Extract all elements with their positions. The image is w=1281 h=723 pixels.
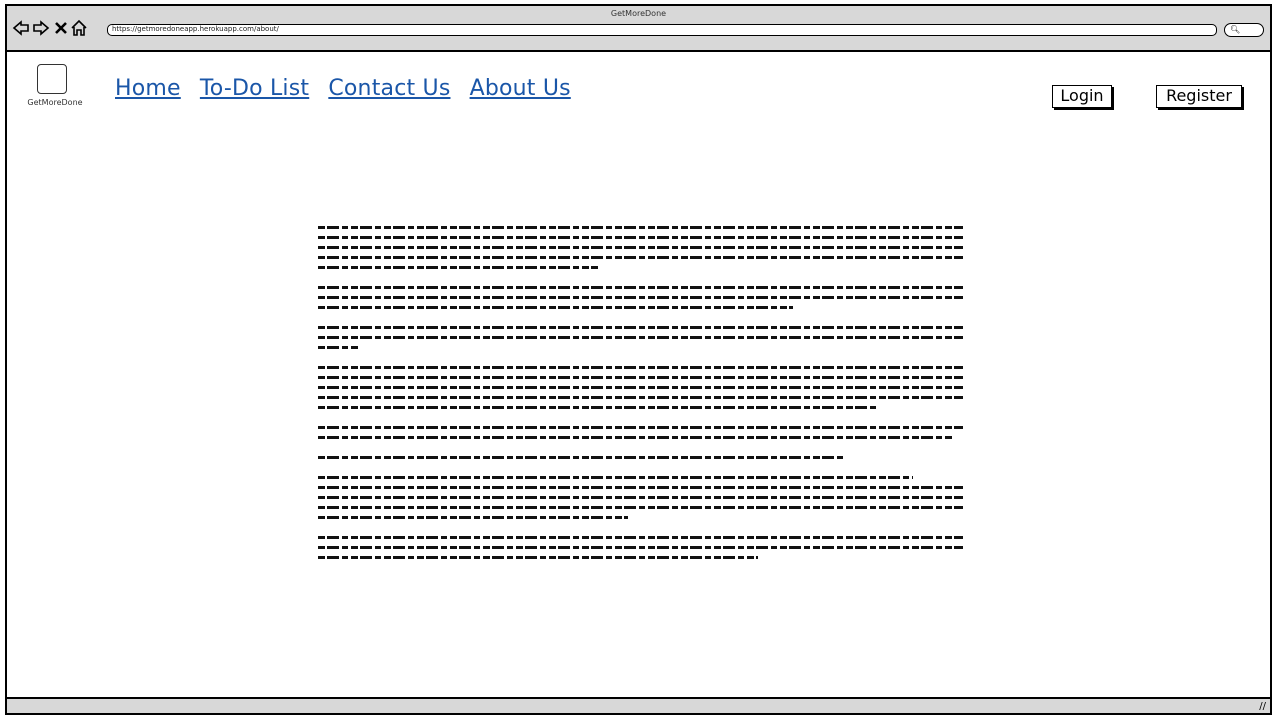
site-logo[interactable]: GetMoreDone [25, 64, 85, 114]
about-content: ——————————————————————————— [318, 223, 963, 573]
placeholder-text-line: — [318, 243, 963, 251]
placeholder-text-line: — [318, 293, 963, 301]
resize-grip-icon[interactable]: // [1259, 701, 1266, 712]
placeholder-paragraph: —— [318, 423, 963, 441]
placeholder-text-line: — [318, 303, 793, 311]
placeholder-text-line: — [318, 383, 963, 391]
placeholder-text-line: — [318, 473, 913, 481]
placeholder-text-line: — [318, 423, 963, 431]
placeholder-text-line: — [318, 533, 963, 541]
back-arrow-icon[interactable] [12, 19, 30, 37]
forward-arrow-icon[interactable] [32, 19, 50, 37]
placeholder-paragraph: — — — [318, 533, 963, 561]
register-button[interactable]: Register [1156, 85, 1242, 108]
placeholder-text-line: — [318, 343, 358, 351]
placeholder-text-line: — [318, 393, 963, 401]
window-title: GetMoreDone [610, 9, 667, 18]
main-nav: Home To-Do List Contact Us About Us [115, 76, 585, 101]
placeholder-text-line: — [318, 483, 963, 491]
placeholder-text-line: — [318, 233, 963, 241]
logo-image [37, 64, 67, 94]
placeholder-text-line: — [318, 323, 963, 331]
placeholder-text-line: — [318, 333, 963, 341]
placeholder-paragraph: — — — — — [318, 473, 963, 521]
placeholder-paragraph: — — — [318, 283, 963, 311]
url-input[interactable]: https://getmoredoneapp.herokuapp.com/abo… [107, 24, 1217, 36]
placeholder-paragraph: — [318, 453, 963, 461]
login-button[interactable]: Login [1052, 85, 1112, 108]
placeholder-text-line: — [318, 453, 843, 461]
close-icon[interactable] [52, 19, 70, 37]
placeholder-text-line: — [318, 373, 963, 381]
home-icon[interactable] [70, 19, 88, 37]
status-bar: // [7, 697, 1270, 713]
placeholder-text-line: — [318, 403, 878, 411]
placeholder-text-line: — [318, 493, 963, 501]
browser-window: GetMoreDone https://getmoredoneapp.herok… [5, 4, 1272, 715]
placeholder-text-line: — [318, 553, 758, 561]
placeholder-paragraph: — — — [318, 323, 963, 351]
search-icon: 🔍︎ [1230, 25, 1241, 34]
placeholder-text-line: — [318, 543, 963, 551]
placeholder-text-line: — [318, 253, 963, 261]
placeholder-paragraph: — — — — — [318, 363, 963, 411]
placeholder-text-line: — [318, 223, 963, 231]
placeholder-text-line: — [318, 363, 963, 371]
logo-text: GetMoreDone [27, 98, 83, 107]
browser-toolbar: GetMoreDone https://getmoredoneapp.herok… [7, 6, 1270, 52]
browser-search-input[interactable]: 🔍︎ [1224, 23, 1264, 37]
placeholder-paragraph: — — — — — [318, 223, 963, 271]
placeholder-text-line: — [318, 283, 963, 291]
placeholder-text-line: — [318, 503, 963, 511]
placeholder-text-line: — [318, 433, 953, 441]
placeholder-text-line: — [318, 513, 628, 521]
nav-link-home[interactable]: Home [115, 76, 181, 101]
nav-link-contact-us[interactable]: Contact Us [328, 76, 450, 101]
placeholder-text-line: — [318, 263, 598, 271]
nav-link-todo-list[interactable]: To-Do List [200, 76, 309, 101]
nav-link-about-us[interactable]: About Us [470, 76, 571, 101]
